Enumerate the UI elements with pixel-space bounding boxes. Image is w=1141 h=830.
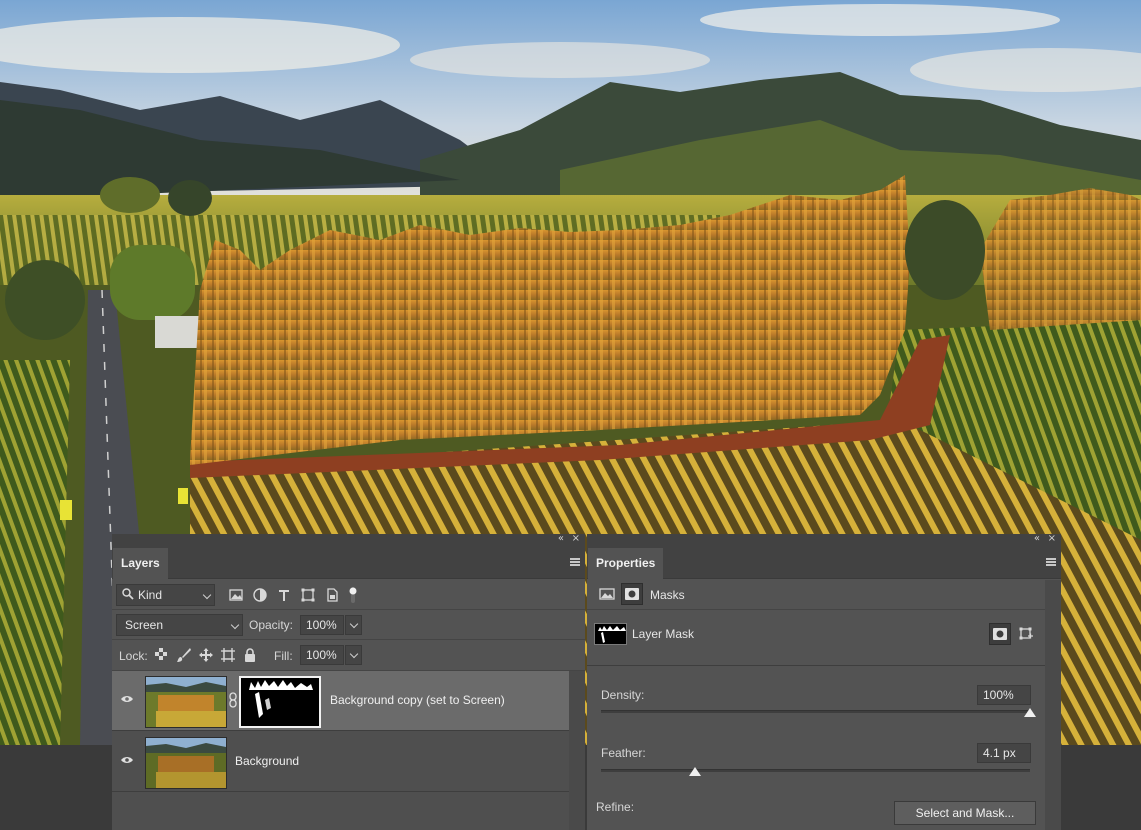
type-filter-icon[interactable] — [276, 587, 292, 603]
layer-thumbnail — [145, 676, 227, 728]
layer-mask-row: Layer Mask — [587, 610, 1061, 666]
chevron-down-icon — [230, 620, 240, 630]
density-slider-track[interactable] — [601, 710, 1030, 713]
lock-image-icon[interactable] — [176, 647, 192, 663]
visibility-eye-icon[interactable] — [121, 756, 133, 764]
layer-row-background-copy[interactable]: Background copy (set to Screen) — [112, 671, 569, 731]
lock-artboard-icon[interactable] — [220, 647, 236, 663]
filter-kind-value: Kind — [138, 588, 163, 602]
lock-row: Lock: Fill: 100% — [112, 640, 585, 671]
pixel-mask-icon — [993, 628, 1007, 640]
layers-tabbar: Layers — [112, 546, 585, 579]
shape-filter-icon[interactable] — [300, 587, 316, 603]
close-panel-button[interactable]: × — [572, 532, 580, 546]
thumbnail-image — [146, 738, 226, 788]
blend-row: Screen Opacity: 100% — [112, 610, 585, 640]
properties-scrollbar[interactable] — [1045, 580, 1061, 830]
opacity-slider-toggle[interactable] — [345, 615, 362, 635]
visibility-eye-icon[interactable] — [121, 695, 133, 703]
masks-title: Masks — [650, 588, 685, 602]
smart-object-filter-icon[interactable] — [324, 587, 340, 603]
opacity-input[interactable]: 100% — [300, 615, 344, 635]
blend-mode-dropdown[interactable]: Screen — [116, 614, 243, 636]
tab-properties[interactable]: Properties — [588, 548, 664, 579]
filter-toggle-icon[interactable] — [348, 585, 358, 605]
chevron-down-icon — [202, 590, 212, 600]
properties-tabbar: Properties — [587, 546, 1061, 579]
lock-label: Lock: — [119, 649, 148, 663]
mask-preview-image — [598, 626, 626, 643]
thumbnail-image — [146, 677, 226, 727]
link-icon[interactable] — [229, 692, 237, 708]
chevron-down-icon — [349, 619, 359, 629]
layer-list: Background copy (set to Screen) Backgrou… — [112, 671, 585, 830]
feather-label: Feather: — [601, 746, 646, 760]
adjustment-filter-icon[interactable] — [252, 587, 268, 603]
collapse-panel-button[interactable]: « — [1034, 532, 1040, 546]
chevron-down-icon — [349, 649, 359, 659]
add-pixel-mask-button[interactable] — [989, 623, 1011, 645]
panel-menu-icon[interactable] — [570, 558, 580, 566]
lock-position-icon[interactable] — [198, 647, 214, 663]
mask-preview-thumbnail — [594, 623, 627, 645]
fill-slider-toggle[interactable] — [345, 645, 362, 665]
layer-mask-label: Layer Mask — [632, 627, 695, 641]
image-filter-icon[interactable] — [228, 587, 244, 603]
panel-menu-icon[interactable] — [1046, 558, 1056, 566]
pixel-properties-icon[interactable] — [599, 586, 615, 602]
layer-row-background[interactable]: Background — [112, 732, 569, 792]
masks-header-row: Masks — [587, 579, 1061, 610]
opacity-label: Opacity: — [249, 618, 294, 632]
layer-list-scrollbar[interactable] — [569, 671, 585, 830]
mask-properties-button[interactable] — [621, 583, 643, 605]
filter-kind-dropdown[interactable]: Kind — [116, 584, 215, 606]
properties-panel-titlebar[interactable]: « × — [587, 532, 1061, 546]
layer-name[interactable]: Background copy (set to Screen) — [330, 693, 505, 707]
feather-slider-knob[interactable] — [689, 767, 702, 776]
layers-panel-titlebar[interactable]: « × — [112, 532, 585, 546]
layer-mask-thumbnail[interactable] — [239, 676, 321, 728]
feather-input[interactable]: 4.1 px — [977, 743, 1031, 763]
layer-mask-icon — [625, 588, 639, 600]
properties-panel: « × Properties Masks Layer Mask Density:… — [587, 532, 1061, 830]
layers-panel: « × Layers Kind Screen Opacity: 100% Loc… — [112, 532, 585, 830]
density-label: Density: — [601, 688, 645, 702]
density-input[interactable]: 100% — [977, 685, 1031, 705]
fill-label: Fill: — [274, 649, 293, 663]
tab-layers[interactable]: Layers — [113, 548, 168, 579]
close-panel-button[interactable]: × — [1048, 532, 1056, 546]
vector-mask-icon[interactable] — [1018, 626, 1034, 642]
search-icon — [122, 588, 134, 600]
lock-transparent-icon[interactable] — [154, 647, 168, 661]
feather-slider-track[interactable] — [601, 769, 1030, 772]
select-and-mask-button[interactable]: Select and Mask... — [894, 801, 1036, 825]
fill-input[interactable]: 100% — [300, 645, 344, 665]
density-slider-knob[interactable] — [1024, 708, 1036, 717]
lock-all-icon[interactable] — [242, 647, 258, 663]
layer-thumbnail — [145, 737, 227, 789]
refine-label: Refine: — [596, 800, 635, 814]
blend-mode-value: Screen — [125, 618, 164, 632]
layer-name[interactable]: Background — [235, 754, 299, 768]
layer-filter-row: Kind — [112, 579, 585, 610]
collapse-panel-button[interactable]: « — [558, 532, 564, 546]
mask-image — [241, 678, 319, 726]
